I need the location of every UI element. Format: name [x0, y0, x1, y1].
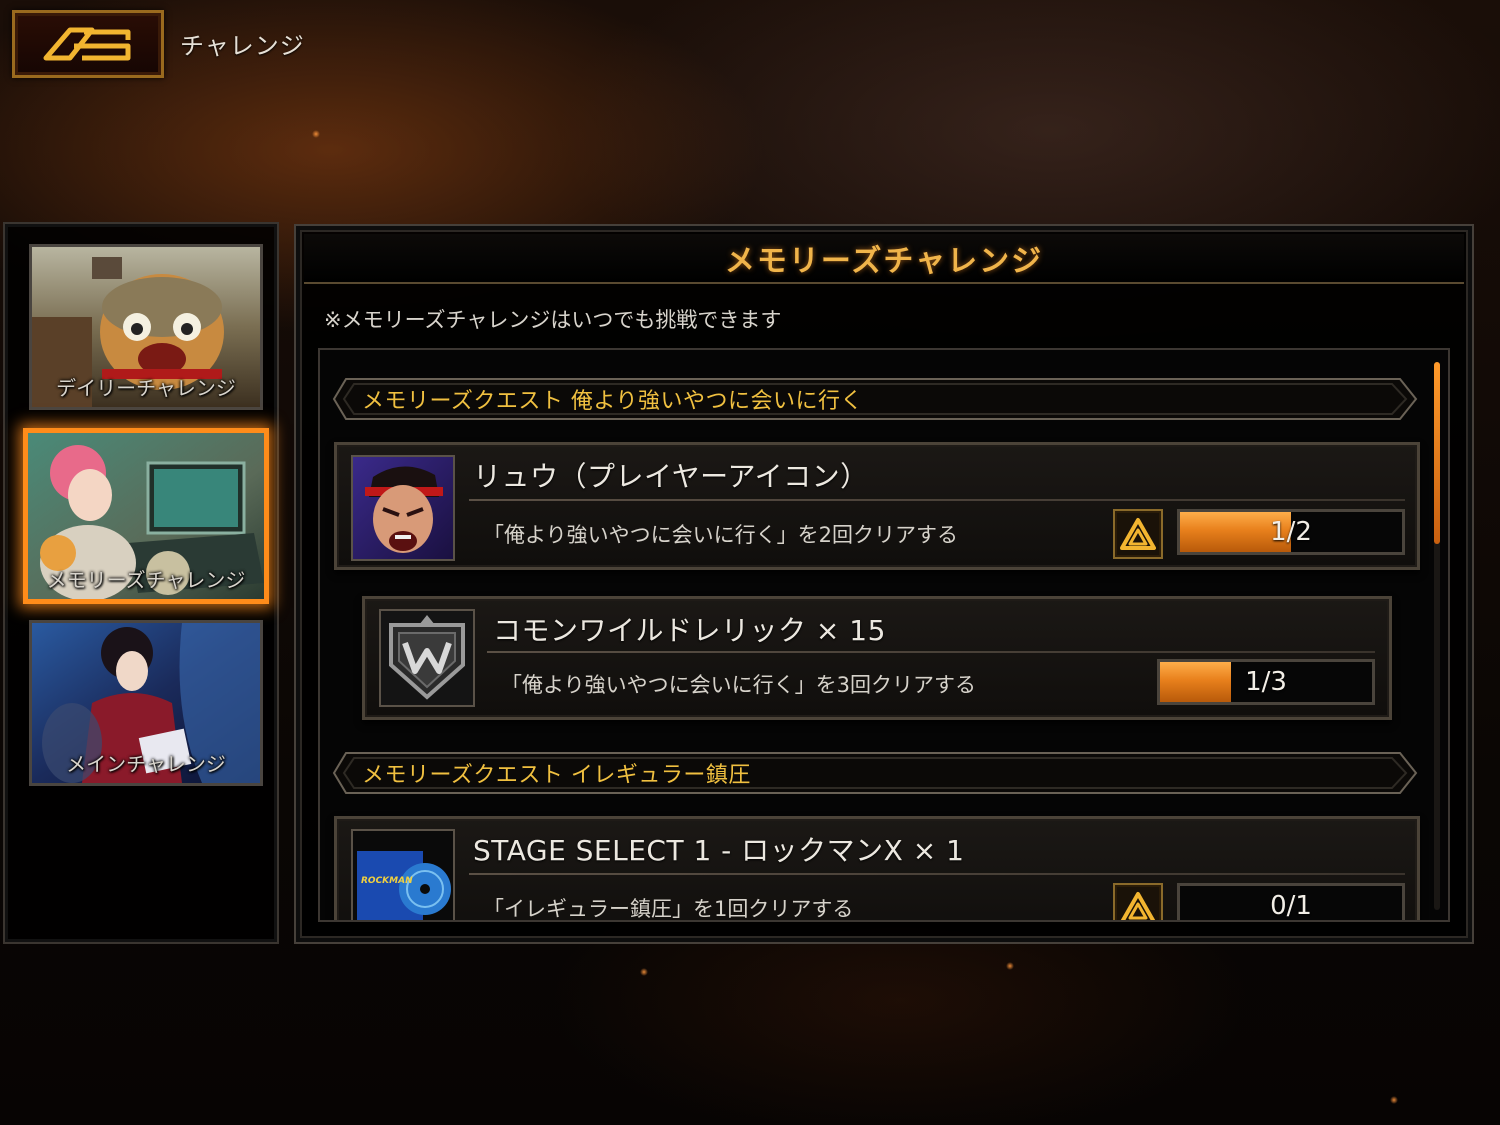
sidebar-item-daily-challenge[interactable]: デイリーチャレンジ [29, 244, 263, 410]
ryu-portrait-icon [353, 457, 453, 559]
wild-relic-icon [381, 611, 473, 705]
reward-condition: 「俺より強いやつに会いに行く」を3回クリアする [501, 673, 976, 697]
reward-icon [379, 609, 475, 707]
reward-divider [469, 873, 1405, 875]
panel-title: メモリーズチャレンジ [724, 244, 1044, 279]
sidebar-item-label: デイリーチャレンジ [56, 376, 236, 400]
quest-title: メモリーズクエスト 俺より強いやつに会いに行く [362, 389, 863, 414]
background-spark [640, 968, 648, 976]
triangle-rank-icon [1120, 518, 1156, 550]
reward-card: ROCKMAN STAGE SELECT 1 - ロックマンX × 1 「イレギ… [334, 816, 1420, 921]
rank-up-icon[interactable] [1113, 509, 1163, 559]
reward-card: コモンワイルドレリック × 15 「俺より強いやつに会いに行く」を3回クリアする… [362, 596, 1392, 720]
reward-divider [469, 499, 1405, 501]
memories-challenge-panel: メモリーズチャレンジ ※メモリーズチャレンジはいつでも挑戦できます メモリーズク… [294, 224, 1474, 944]
reward-progress-bar: 1/3 [1157, 659, 1375, 705]
progress-text: 1/3 [1245, 667, 1287, 697]
reward-name: リュウ（プレイヤーアイコン） [473, 460, 869, 493]
reward-divider [487, 651, 1375, 653]
sidebar-item-label: メモリーズチャレンジ [46, 568, 246, 592]
rank-up-icon[interactable] [1113, 883, 1163, 920]
reward-card: リュウ（プレイヤーアイコン） 「俺より強いやつに会いに行く」を2回クリアする 1… [334, 442, 1420, 570]
background-spark [1006, 962, 1014, 970]
sidebar-item-main-challenge[interactable]: メインチャレンジ [29, 620, 263, 786]
background-spark [1390, 1096, 1398, 1104]
reward-progress-bar: 0/1 [1177, 883, 1405, 921]
sidebar-item-memories-challenge[interactable]: メモリーズチャレンジ [23, 428, 269, 604]
quest-list[interactable]: メモリーズクエスト 俺より強いやつに会いに行く リュウ（プレイヤーアイコン） 「… [318, 348, 1450, 922]
quest-header: メモリーズクエスト イレギュラー鎮圧 [332, 750, 1420, 796]
reward-icon [351, 455, 455, 561]
panel-note: ※メモリーズチャレンジはいつでも挑戦できます [324, 308, 782, 332]
quest-header: メモリーズクエスト 俺より強いやつに会いに行く [332, 376, 1420, 422]
quest-title: メモリーズクエスト イレギュラー鎮圧 [362, 763, 751, 788]
background-spark [312, 130, 320, 138]
reward-name: STAGE SELECT 1 - ロックマンX × 1 [473, 834, 965, 867]
panel-header: メモリーズチャレンジ [304, 234, 1464, 284]
scrollbar-thumb[interactable] [1434, 362, 1440, 544]
progress-text: 1/2 [1270, 517, 1312, 547]
rockman-stage-select-icon: ROCKMAN [353, 831, 453, 920]
reward-icon: ROCKMAN [351, 829, 455, 920]
triangle-rank-icon [1120, 892, 1156, 920]
progress-text: 0/1 [1270, 891, 1312, 921]
reward-name: コモンワイルドレリック × 15 [493, 614, 886, 647]
page-title: チャレンジ [180, 32, 305, 60]
rockman-logo-text: ROCKMAN [361, 876, 413, 886]
back-button[interactable] [12, 10, 164, 78]
reward-condition: 「イレギュラー鎮圧」を1回クリアする [483, 897, 854, 921]
challenge-sidebar: デイリーチャレンジ メモリーズチャレンジ メインチャレンジ [3, 222, 279, 944]
reward-condition: 「俺より強いやつに会いに行く」を2回クリアする [483, 523, 958, 547]
reward-progress-bar: 1/2 [1177, 509, 1405, 555]
scrollbar[interactable] [1434, 362, 1440, 910]
sidebar-item-label: メインチャレンジ [66, 752, 226, 776]
back-emblem-icon [43, 27, 131, 61]
